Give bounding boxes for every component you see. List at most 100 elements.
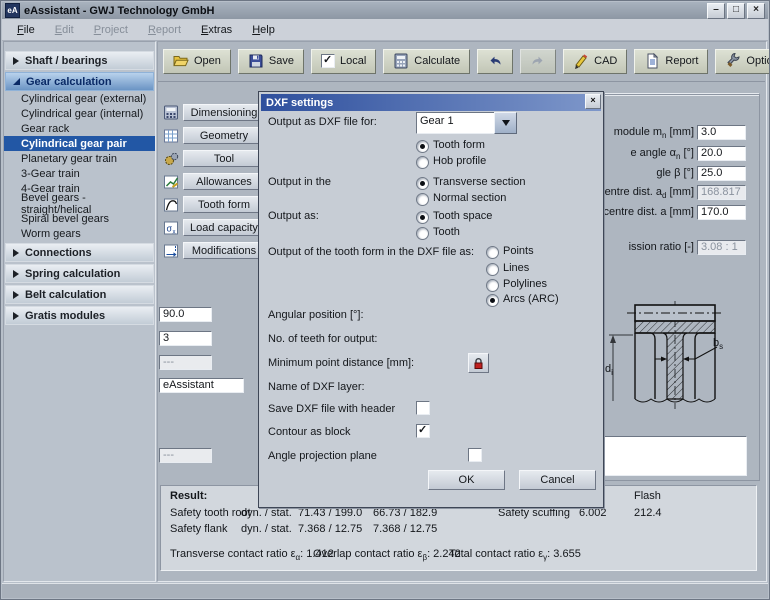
lines-radio[interactable] [486,263,499,276]
gear-select-arrow[interactable] [494,112,517,134]
sidebar-section-gratis-modules[interactable]: Gratis modules [5,306,154,325]
chevron-right-icon [13,270,19,278]
dxf-layer-input[interactable]: eAssistant [159,378,244,393]
toolbar-divider [158,81,765,82]
dialog-close-button[interactable]: × [585,94,601,109]
redo-button [520,49,556,74]
lock-button[interactable] [468,353,489,373]
chevron-right-icon [13,249,19,257]
working-centre-distance-input[interactable]: 170.0 [697,205,746,220]
sidebar-item-cylindrical-gear-pair[interactable]: Cylindrical gear pair [4,136,155,151]
undo-icon [487,53,503,69]
teeth-output-input[interactable]: 3 [159,331,212,346]
polylines-radio[interactable] [486,279,499,292]
options-button[interactable]: Options [715,49,770,74]
cad-button[interactable]: CAD [563,49,627,74]
chevron-right-icon [13,291,19,299]
dialog-title: DXF settings [266,97,333,109]
menu-help[interactable]: Help [243,22,284,38]
report-button[interactable]: Report [634,49,708,74]
local-checkbox[interactable] [321,54,335,68]
tooth-radio[interactable] [416,227,429,240]
total-contact-ratio: Total contact ratio εγ: 3.655 [449,548,581,560]
tab-tooth-form[interactable]: Tooth form [163,196,265,213]
normal-section-radio[interactable] [416,193,429,206]
standard-centre-distance-output: 168.817 [697,185,746,200]
normal-module-input[interactable]: 3.0 [697,125,746,140]
sidebar-item-planetary-gear-train[interactable]: Planetary gear train [4,151,155,166]
sidebar-section-gear-calculation[interactable]: Gear calculation [5,72,154,91]
sidebar-section-shaft-bearings[interactable]: Shaft / bearings [5,51,154,70]
output-as-label: Output as: [268,210,319,222]
ok-button[interactable]: OK [428,470,505,490]
tab-allowances[interactable]: Allowances [163,173,265,190]
app-window: eA eAssistant - GWJ Technology GmbH – □ … [0,0,770,600]
dimensioning-icon [163,105,180,121]
result-value: 66.73 / 182.9 [373,507,437,519]
sidebar-section-spring-calculation[interactable]: Spring calculation [5,264,154,283]
tooth-form-radio[interactable] [416,140,429,153]
calculate-button[interactable]: Calculate [383,49,470,74]
tab-geometry[interactable]: Geometry [163,127,265,144]
close-button[interactable]: × [747,3,765,19]
gear-section-drawing [597,297,762,425]
tab-tool[interactable]: Tool [163,150,265,167]
result-value: 71.43 / 199.0 [298,507,362,519]
transverse-contact-ratio: Transverse contact ratio εα: 1.412 [170,548,334,560]
tab-modifications[interactable]: Modifications [163,242,265,259]
contour-block-label: Contour as block [268,426,351,438]
cancel-button[interactable]: Cancel [519,470,596,490]
hob-profile-radio[interactable] [416,156,429,169]
result-value: 7.368 / 12.75 [298,523,362,535]
tab-dimensioning[interactable]: Dimensioning [163,104,265,121]
save-header-checkbox[interactable] [416,401,430,415]
title-bar: eA eAssistant - GWJ Technology GmbH – □ … [2,2,768,19]
undo-button[interactable] [477,49,513,74]
lock-icon [472,357,485,370]
result-value: 212.4 [634,507,662,519]
helix-angle-input[interactable]: 25.0 [697,166,746,181]
angle-projection-checkbox[interactable] [468,448,482,462]
menu-file[interactable]: File [8,22,44,38]
form-as-label: Output of the tooth form in the DXF file… [268,246,474,258]
angular-position-input[interactable]: 90.0 [159,307,212,322]
chevron-expanded-icon [13,78,20,85]
contour-block-checkbox[interactable] [416,424,430,438]
maximize-button[interactable]: □ [727,3,745,19]
tooth-space-radio[interactable] [416,211,429,224]
sidebar-item-cylindrical-gear-internal[interactable]: Cylindrical gear (internal) [4,106,155,121]
local-toggle[interactable]: Local [311,49,376,74]
transverse-section-radio[interactable] [416,177,429,190]
info-box [603,436,747,476]
sidebar-item-cylindrical-gear-external[interactable]: Cylindrical gear (external) [4,91,155,106]
geometry-icon [163,128,180,144]
menu-extras[interactable]: Extras [192,22,241,38]
sidebar-item-worm-gears[interactable]: Worm gears [4,226,155,241]
results-flash-header: Flash [634,490,661,502]
allowances-icon [163,174,180,190]
sidebar-section-belt-calculation[interactable]: Belt calculation [5,285,154,304]
min-point-distance-label: Minimum point distance [mm]: [268,357,414,369]
result-label: dyn. / stat. [241,507,292,519]
angle-projection-input: --- [159,448,212,463]
points-radio[interactable] [486,246,499,259]
arcs-radio[interactable] [486,294,499,307]
overlap-contact-ratio: Overlap contact ratio εβ: 2.242 [313,548,461,560]
svg-text:x: x [173,229,176,235]
minimize-button[interactable]: – [707,3,725,19]
pressure-angle-input[interactable]: 20.0 [697,146,746,161]
sidebar-item-gear-rack[interactable]: Gear rack [4,121,155,136]
sidebar-item-3-gear-train[interactable]: 3-Gear train [4,166,155,181]
modifications-icon [163,243,180,259]
redo-icon [530,53,546,69]
save-button[interactable]: Save [238,49,304,74]
gear-select[interactable]: Gear 1 [416,112,496,134]
chevron-right-icon [13,57,19,65]
load-capacity-icon: σx [163,220,180,236]
sidebar-section-connections[interactable]: Connections [5,243,154,262]
open-button[interactable]: Open [163,49,231,74]
menu-bar: File Edit Project Report Extras Help [2,19,768,41]
tab-load-capacity[interactable]: σx Load capacity [163,219,265,236]
sidebar-item-bevel-gears[interactable]: Bevel gears - straight/helical [4,196,155,211]
menu-edit: Edit [46,22,83,38]
